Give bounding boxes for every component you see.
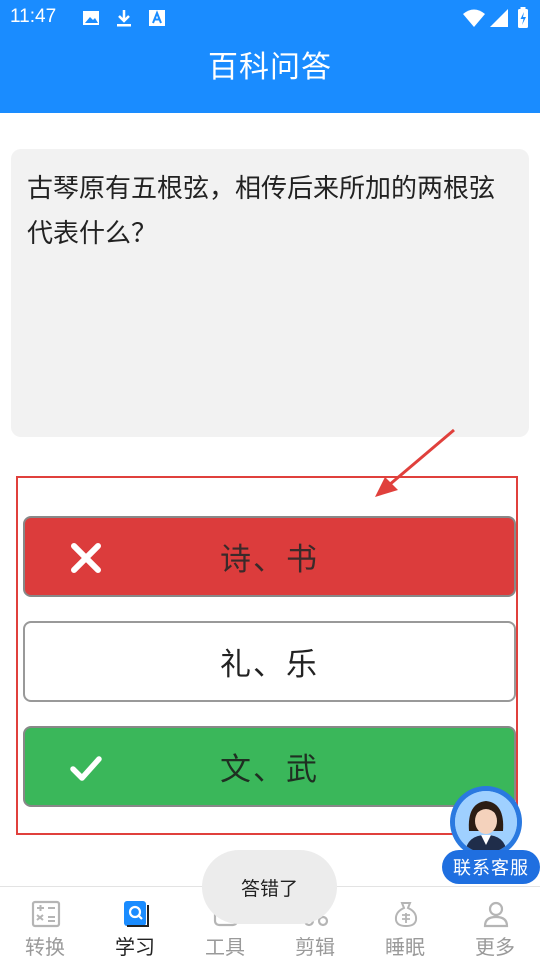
nav-item-convert[interactable]: 转换 <box>0 887 90 961</box>
answer-option[interactable]: 礼、乐 <box>23 621 516 702</box>
question-text: 古琴原有五根弦，相传后来所加的两根弦代表什么？ <box>27 174 496 249</box>
nav-label: 转换 <box>25 935 65 959</box>
nav-item-sleep[interactable]: 睡眠 <box>360 887 450 961</box>
money-bag-icon <box>394 902 418 928</box>
answer-option-wrong[interactable]: 诗、书 <box>23 516 516 597</box>
nav-label: 学习 <box>115 935 155 959</box>
nav-label: 更多 <box>475 935 515 959</box>
answer-option-label: 文、武 <box>220 752 319 788</box>
font-a-icon <box>149 10 165 26</box>
signal-icon <box>490 9 508 27</box>
status-time: 11:47 <box>10 6 57 27</box>
answer-option-label: 诗、书 <box>220 542 319 578</box>
user-icon <box>483 901 509 928</box>
app-bar: 百科问答 <box>0 36 540 113</box>
question-card: 古琴原有五根弦，相传后来所加的两根弦代表什么？ <box>11 149 529 437</box>
page-title: 百科问答 <box>208 50 332 85</box>
battery-icon <box>518 7 528 28</box>
book-icon <box>124 901 149 927</box>
status-bar: 11:47 <box>0 0 540 36</box>
customer-service-float[interactable]: 联系客服 <box>442 786 540 886</box>
convert-icon <box>31 900 61 928</box>
agent-avatar <box>455 791 517 853</box>
download-icon <box>117 10 131 27</box>
answer-option-label: 礼、乐 <box>220 647 319 683</box>
toast-message: 答错了 <box>202 850 337 924</box>
nav-label: 工具 <box>205 935 245 959</box>
image-icon <box>83 11 99 25</box>
nav-item-study[interactable]: 学习 <box>90 887 180 961</box>
wifi-icon <box>463 9 485 27</box>
customer-service-button[interactable]: 联系客服 <box>442 850 540 884</box>
nav-label: 睡眠 <box>385 935 425 959</box>
nav-label: 剪辑 <box>295 935 335 959</box>
nav-item-more[interactable]: 更多 <box>450 887 540 961</box>
